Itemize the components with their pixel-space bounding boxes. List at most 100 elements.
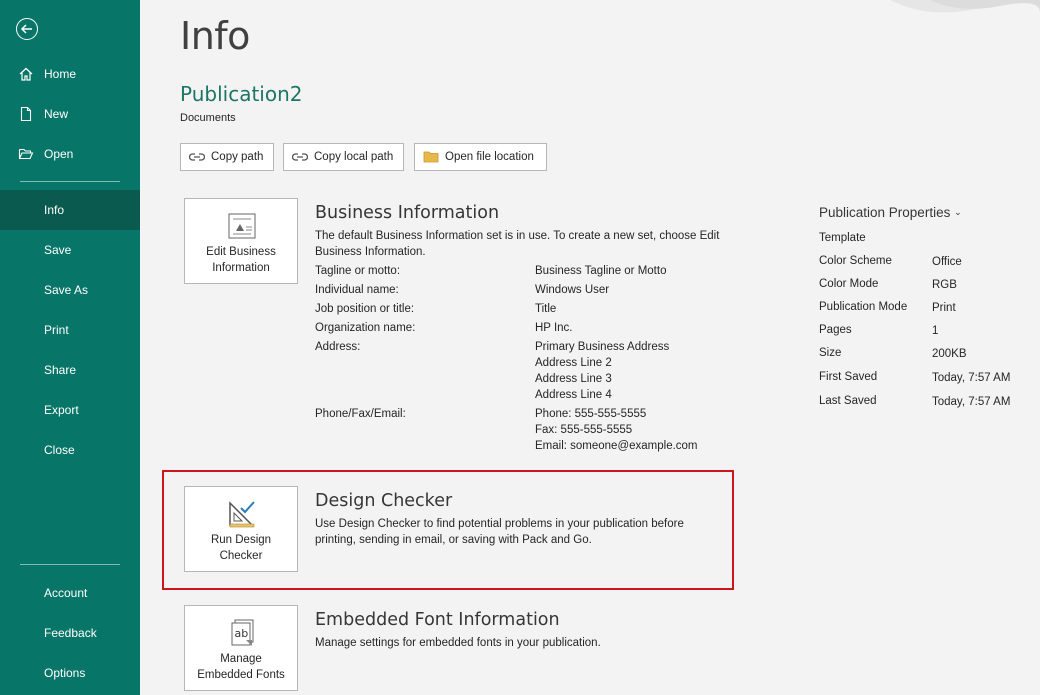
sidebar-item-new[interactable]: New [0, 96, 140, 132]
page-title: Info [180, 14, 250, 58]
sidebar-item-label: Feedback [44, 626, 97, 640]
bi-field-label: Individual name: [315, 282, 399, 298]
sidebar-item-save-as[interactable]: Save As [0, 272, 140, 308]
open-file-location-label: Open file location [445, 151, 534, 163]
embedded-fonts-icon: ab [226, 618, 258, 648]
backstage-sidebar: Home New Open Info Save Save As Print Sh… [0, 0, 140, 695]
bi-field-label: Job position or title: [315, 301, 414, 317]
property-key: Pages [819, 324, 852, 336]
bi-field-label: Phone/Fax/Email: [315, 406, 406, 422]
sidebar-item-label: Print [44, 323, 69, 337]
embedded-font-heading: Embedded Font Information [315, 610, 560, 630]
tile-label-line: Embedded Fonts [189, 667, 293, 683]
sidebar-item-label: Save As [44, 283, 88, 297]
tile-label-line: Information [189, 260, 293, 276]
manage-embedded-fonts-button[interactable]: ab Manage Embedded Fonts [184, 605, 298, 691]
sidebar-item-label: Home [44, 67, 76, 81]
bi-field-value: Windows User [535, 282, 609, 298]
sidebar-item-save[interactable]: Save [0, 232, 140, 268]
sidebar-item-options[interactable]: Options [0, 655, 140, 691]
sidebar-item-share[interactable]: Share [0, 352, 140, 388]
sidebar-item-label: Options [44, 666, 85, 680]
decorative-background-graphic [870, 0, 1040, 22]
tile-label-line: Manage [189, 651, 293, 667]
copy-path-label: Copy path [211, 151, 263, 163]
publication-properties-title: Publication Properties [819, 205, 950, 220]
home-icon [18, 66, 34, 82]
tile-label-line: Run Design [189, 532, 293, 548]
property-key: Template [819, 232, 866, 244]
bi-field-value: HP Inc. [535, 320, 573, 336]
tile-label-line: Checker [189, 548, 293, 564]
property-value: Print [932, 302, 956, 314]
bi-field-value: Address Line 3 [535, 371, 612, 387]
copy-local-path-label: Copy local path [314, 151, 393, 163]
sidebar-divider [20, 181, 120, 182]
property-value: Today, 7:57 AM [932, 396, 1010, 408]
tile-label-line: Edit Business [189, 244, 293, 260]
sidebar-item-label: Save [44, 243, 71, 257]
svg-text:ab: ab [235, 627, 249, 640]
bi-field-label: Address: [315, 339, 360, 355]
sidebar-item-label: New [44, 107, 68, 121]
property-value: Office [932, 256, 962, 268]
copy-path-button[interactable]: Copy path [180, 143, 274, 171]
folder-icon [423, 151, 439, 163]
sidebar-item-label: Close [44, 443, 75, 457]
bi-field-label: Tagline or motto: [315, 263, 400, 279]
bi-field-value: Fax: 555-555-5555 [535, 422, 632, 438]
bi-field-value: Email: someone@example.com [535, 438, 698, 454]
edit-business-information-button[interactable]: Edit Business Information [184, 198, 298, 284]
run-design-checker-label: Run Design Checker [185, 532, 297, 564]
back-arrow-icon[interactable] [16, 18, 38, 40]
open-file-location-button[interactable]: Open file location [414, 143, 547, 171]
sidebar-divider [20, 564, 120, 565]
sidebar-item-label: Info [44, 203, 64, 217]
business-information-description: The default Business Information set is … [315, 228, 735, 260]
property-value: Today, 7:57 AM [932, 372, 1010, 384]
sidebar-item-label: Open [44, 147, 73, 161]
sidebar-item-open[interactable]: Open [0, 136, 140, 172]
design-checker-icon [226, 499, 258, 529]
bi-field-value: Primary Business Address [535, 339, 669, 355]
bi-field-value: Phone: 555-555-5555 [535, 406, 646, 422]
business-information-heading: Business Information [315, 203, 499, 223]
chevron-down-icon: ⌄ [954, 207, 962, 217]
sidebar-item-home[interactable]: Home [0, 56, 140, 92]
new-document-icon [18, 106, 34, 122]
sidebar-item-close[interactable]: Close [0, 432, 140, 468]
property-value: 1 [932, 325, 938, 337]
design-checker-heading: Design Checker [315, 491, 452, 511]
run-design-checker-button[interactable]: Run Design Checker [184, 486, 298, 572]
link-icon [189, 151, 205, 163]
bi-field-value: Address Line 4 [535, 387, 612, 403]
link-icon [292, 151, 308, 163]
publication-name: Publication2 [180, 82, 302, 106]
property-key: Last Saved [819, 395, 877, 407]
sidebar-item-feedback[interactable]: Feedback [0, 615, 140, 651]
publication-properties-dropdown[interactable]: Publication Properties ⌄ [819, 205, 962, 220]
embedded-font-description: Manage settings for embedded fonts in yo… [315, 635, 735, 651]
copy-local-path-button[interactable]: Copy local path [283, 143, 404, 171]
property-key: Publication Mode [819, 301, 907, 313]
design-checker-description: Use Design Checker to find potential pro… [315, 516, 715, 548]
property-key: Color Mode [819, 278, 878, 290]
edit-business-information-label: Edit Business Information [185, 244, 297, 276]
sidebar-item-label: Account [44, 586, 87, 600]
bi-field-value: Address Line 2 [535, 355, 612, 371]
property-key: Color Scheme [819, 255, 892, 267]
property-key: First Saved [819, 371, 877, 383]
property-key: Size [819, 347, 841, 359]
property-value: RGB [932, 279, 957, 291]
bi-field-label: Organization name: [315, 320, 415, 336]
bi-field-value: Business Tagline or Motto [535, 263, 666, 279]
open-folder-icon [18, 146, 34, 162]
manage-embedded-fonts-label: Manage Embedded Fonts [185, 651, 297, 683]
bi-field-value: Title [535, 301, 556, 317]
sidebar-item-info[interactable]: Info [0, 190, 140, 230]
publication-location: Documents [180, 112, 236, 124]
sidebar-item-print[interactable]: Print [0, 312, 140, 348]
sidebar-item-label: Export [44, 403, 79, 417]
sidebar-item-export[interactable]: Export [0, 392, 140, 428]
sidebar-item-account[interactable]: Account [0, 575, 140, 611]
